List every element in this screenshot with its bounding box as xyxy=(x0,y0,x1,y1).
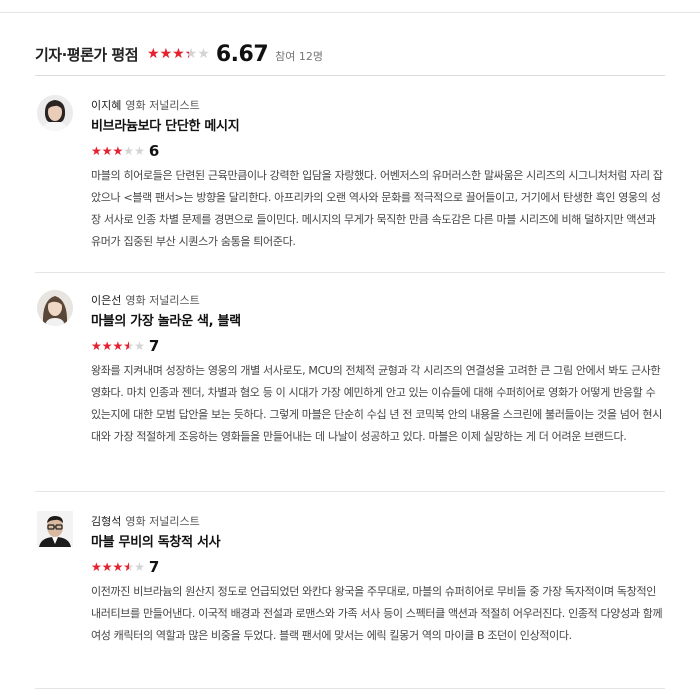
critic-role: 영화 저널리스트 xyxy=(125,99,200,112)
avatar xyxy=(37,95,73,131)
review-divider xyxy=(35,491,665,492)
star-icon: ★★ xyxy=(101,560,113,574)
star-icon: ★★ xyxy=(184,46,198,62)
critic-role: 영화 저널리스트 xyxy=(125,294,200,307)
review-headline: 마블의 가장 놀라운 색, 블랙 xyxy=(91,314,241,329)
review-score: 6 xyxy=(148,142,160,160)
star-icon: ★★ xyxy=(172,46,185,62)
critic-info: 이지혜 영화 저널리스트 xyxy=(91,97,200,113)
critic-role: 영화 저널리스트 xyxy=(125,515,200,528)
star-icon: ★★ xyxy=(91,144,102,158)
review-score: 7 xyxy=(148,337,160,355)
review-rating: ★★★★★★★★★★ 7 xyxy=(91,337,159,355)
review-headline: 비브라늄보다 단단한 메시지 xyxy=(91,119,240,134)
top-border xyxy=(0,12,700,13)
star-icon: ★★ xyxy=(197,46,210,62)
header-divider xyxy=(35,75,665,76)
star-icon: ★★ xyxy=(112,339,124,353)
average-star-rating: ★★★★★★★★★★ xyxy=(147,47,210,61)
star-icon: ★★ xyxy=(91,560,102,574)
review-headline: 마블 무비의 독창적 서사 xyxy=(91,535,221,550)
star-icon: ★★ xyxy=(112,144,124,158)
star-icon: ★★ xyxy=(112,560,124,574)
avatar xyxy=(37,511,73,547)
review-stars: ★★★★★★★★★★ xyxy=(91,561,145,573)
man-glasses-avatar-icon xyxy=(37,511,73,547)
review-divider xyxy=(35,272,665,273)
critic-info: 김형석 영화 저널리스트 xyxy=(91,513,200,529)
review-stars: ★★★★★★★★★★ xyxy=(91,340,145,352)
critic-name[interactable]: 이지혜 xyxy=(91,99,121,112)
star-icon: ★★ xyxy=(91,339,102,353)
star-icon: ★★ xyxy=(134,560,145,574)
critic-rating-header: 기자·평론가 평점 ★★★★★★★★★★ 6.67 참여 12명 xyxy=(35,38,323,70)
review-divider xyxy=(35,688,665,689)
star-icon: ★★ xyxy=(134,144,145,158)
review-score: 7 xyxy=(148,558,160,576)
avatar xyxy=(37,290,73,326)
review-body: 왕좌를 지켜내며 성장하는 영웅의 개별 서사로도, MCU의 전체적 균형과 … xyxy=(91,364,662,443)
star-icon: ★★ xyxy=(123,339,135,353)
section-title: 기자·평론가 평점 xyxy=(35,45,139,64)
star-icon: ★★ xyxy=(101,144,113,158)
star-icon: ★★ xyxy=(134,339,145,353)
review-rating: ★★★★★★★★★★ 6 xyxy=(91,142,159,160)
star-icon: ★★ xyxy=(123,144,135,158)
review-body: 마블의 히어로들은 단련된 근육만큼이나 강력한 입담을 자랑했다. 어벤저스의… xyxy=(91,169,663,248)
critic-name[interactable]: 이은선 xyxy=(91,294,121,307)
star-icon: ★★ xyxy=(159,46,173,62)
average-score: 6.67 xyxy=(215,41,269,67)
woman-long-hair-avatar-icon xyxy=(37,290,73,326)
star-icon: ★★ xyxy=(147,46,160,62)
critic-info: 이은선 영화 저널리스트 xyxy=(91,292,200,308)
participant-count: 참여 12명 xyxy=(275,49,323,63)
star-icon: ★★ xyxy=(123,560,135,574)
review-body: 이전까진 비브라늄의 원산지 정도로 언급되었던 와칸다 왕국을 주무대로, 마… xyxy=(91,585,663,642)
review-stars: ★★★★★★★★★★ xyxy=(91,145,145,157)
star-icon: ★★ xyxy=(101,339,113,353)
review-rating: ★★★★★★★★★★ 7 xyxy=(91,558,159,576)
woman-short-hair-avatar-icon xyxy=(37,95,73,131)
critic-name[interactable]: 김형석 xyxy=(91,515,121,528)
